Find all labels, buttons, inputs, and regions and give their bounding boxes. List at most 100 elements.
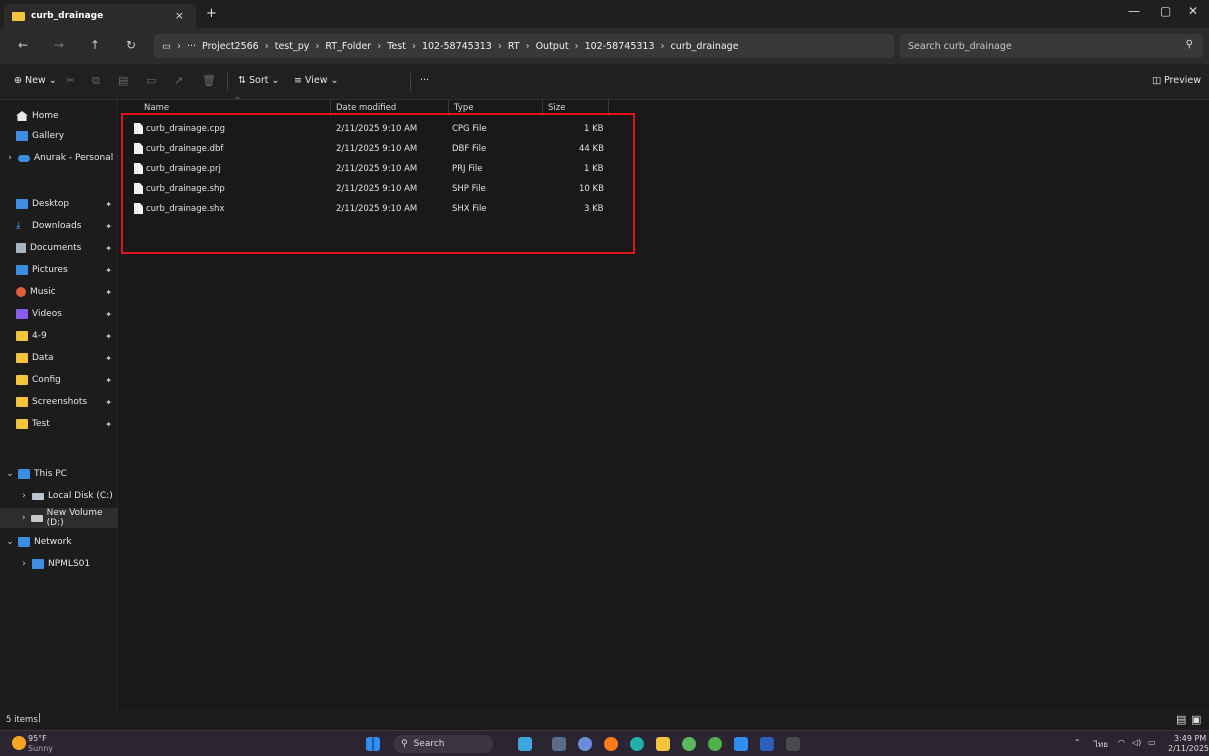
breadcrumb-102-58745313[interactable]: 102-58745313 [422,41,492,52]
sidebar-item-videos[interactable]: Videos ✦ [0,304,118,324]
column-header-size[interactable]: Size [548,103,565,113]
pin-icon[interactable]: ✦ [105,398,112,407]
pin-icon[interactable]: ✦ [105,288,112,297]
input-language[interactable]: ไทย [1094,738,1108,751]
sidebar-item-downloads[interactable]: ⤓ Downloads ✦ [0,216,118,236]
sidebar-item-test[interactable]: Test ✦ [0,414,118,434]
preview-button[interactable]: ◫ Preview [1152,75,1201,86]
forward-arrow-icon[interactable]: → [54,38,64,52]
breadcrumb-project2566[interactable]: Project2566 [202,41,259,52]
tab-close-button[interactable]: × [175,9,184,22]
new-button[interactable]: ⊕ New ⌄ [14,75,57,86]
chevron-down-icon[interactable]: ⌄ [4,537,16,547]
paste-icon[interactable]: ▤ [118,74,128,87]
pin-icon[interactable]: ✦ [105,222,112,231]
sidebar-item-screenshots[interactable]: Screenshots ✦ [0,392,118,412]
address-bar[interactable]: ▭ › ··· Project2566 › test_py › RT_Folde… [154,34,894,58]
sidebar-item-network[interactable]: ⌄ Network [0,532,118,552]
teams-icon[interactable] [578,737,592,751]
edge-icon[interactable] [630,737,644,751]
volume-icon[interactable]: ◁) [1132,738,1141,747]
breadcrumb-curb-drainage[interactable]: curb_drainage [671,41,739,52]
cut-icon[interactable]: ✂ [66,74,75,87]
tiles-view-icon[interactable]: ▣ [1191,713,1201,726]
windows-start-icon[interactable] [366,737,380,751]
wifi-icon[interactable]: ◠ [1118,738,1125,747]
sidebar-item-local-disk[interactable]: › Local Disk (C:) [0,486,118,506]
column-header-name[interactable]: Name [144,103,169,113]
pin-icon[interactable]: ✦ [105,420,112,429]
rename-icon[interactable]: ▭ [146,74,156,87]
breadcrumb-rt[interactable]: RT [508,41,520,52]
sidebar-item-music[interactable]: Music ✦ [0,282,118,302]
weather-icon[interactable] [12,736,26,750]
view-button[interactable]: ≡ View ⌄ [294,75,339,86]
sidebar-item-documents[interactable]: Documents ✦ [0,238,118,258]
details-view-icon[interactable]: ▤ [1176,713,1186,726]
firefox-icon[interactable] [604,737,618,751]
chevron-right-icon[interactable]: › [18,491,30,501]
sidebar-item-gallery[interactable]: Gallery [0,126,118,146]
search-box[interactable]: Search curb_drainage ⚲ [900,34,1203,58]
vscode-icon[interactable] [734,737,748,751]
pin-icon[interactable]: ✦ [105,376,112,385]
maximize-button[interactable]: ▢ [1160,4,1171,18]
breadcrumb-test[interactable]: Test [387,41,406,52]
qgis-icon[interactable] [708,737,722,751]
sidebar-item-home[interactable]: Home [0,106,118,126]
sidebar-item-onedrive[interactable]: › Anurak - Personal [0,148,118,168]
search-input[interactable]: Search curb_drainage [908,41,1012,52]
breadcrumb-output[interactable]: Output [536,41,569,52]
more-options-button[interactable]: ··· [420,75,429,86]
sort-button[interactable]: ⇅ Sort ⌄ [238,75,279,86]
back-arrow-icon[interactable]: ← [18,38,28,52]
copy-icon[interactable]: ⧉ [92,74,100,88]
weather-temperature[interactable]: 95°F [28,734,47,743]
task-view-icon[interactable] [552,737,566,751]
pin-icon[interactable]: ✦ [105,266,112,275]
battery-icon[interactable]: ▭ [1148,738,1156,747]
sidebar-item-npmls01[interactable]: › NPMLS01 [0,554,118,574]
clock-date[interactable]: 2/11/2025 [1168,744,1209,753]
sidebar-item-desktop[interactable]: Desktop ✦ [0,194,118,214]
new-tab-button[interactable]: + [206,6,217,21]
close-window-button[interactable]: ✕ [1188,4,1198,18]
address-ellipsis[interactable]: ··· [187,41,196,52]
word-icon[interactable] [760,737,774,751]
chevron-right-icon[interactable]: › [18,513,29,523]
sidebar-item-this-pc[interactable]: ⌄ This PC [0,464,118,484]
chevron-right-icon[interactable]: › [18,559,30,569]
chevron-down-icon[interactable]: ⌄ [4,469,16,479]
breadcrumb-102-58745313-b[interactable]: 102-58745313 [585,41,655,52]
delete-icon[interactable]: 🗑 [202,74,216,87]
sidebar-item-4-9[interactable]: 4-9 ✦ [0,326,118,346]
pin-icon[interactable]: ✦ [105,310,112,319]
refresh-icon[interactable]: ↻ [126,38,136,52]
chevron-right-icon[interactable]: › [4,153,16,163]
pin-icon[interactable]: ✦ [105,332,112,341]
file-explorer-icon[interactable] [656,737,670,751]
tab-curb-drainage[interactable]: curb_drainage × [4,4,196,28]
sidebar-item-pictures[interactable]: Pictures ✦ [0,260,118,280]
monitor-icon[interactable]: ▭ [162,41,171,52]
pin-icon[interactable]: ✦ [105,354,112,363]
taskbar-search[interactable]: ⚲ Search [393,735,493,753]
column-header-type[interactable]: Type [454,103,474,113]
minimize-button[interactable]: — [1128,4,1140,18]
show-hidden-icons-chevron-icon[interactable]: ⌃ [1074,738,1081,747]
share-icon[interactable]: ↗ [174,74,183,87]
sidebar-item-new-volume[interactable]: › New Volume (D:) [0,508,118,528]
search-icon[interactable]: ⚲ [1186,39,1193,50]
weather-description[interactable]: Sunny [28,744,53,753]
up-arrow-icon[interactable]: ↑ [90,38,100,52]
clock-time[interactable]: 3:49 PM [1174,734,1206,743]
sidebar-item-config[interactable]: Config ✦ [0,370,118,390]
chrome-icon[interactable] [682,737,696,751]
column-header-date[interactable]: Date modified [336,103,396,113]
pin-icon[interactable]: ✦ [105,200,112,209]
pin-icon[interactable]: ✦ [105,244,112,253]
breadcrumb-test-py[interactable]: test_py [275,41,310,52]
copilot-icon[interactable] [518,737,532,751]
terminal-icon[interactable] [786,737,800,751]
sidebar-item-data[interactable]: Data ✦ [0,348,118,368]
